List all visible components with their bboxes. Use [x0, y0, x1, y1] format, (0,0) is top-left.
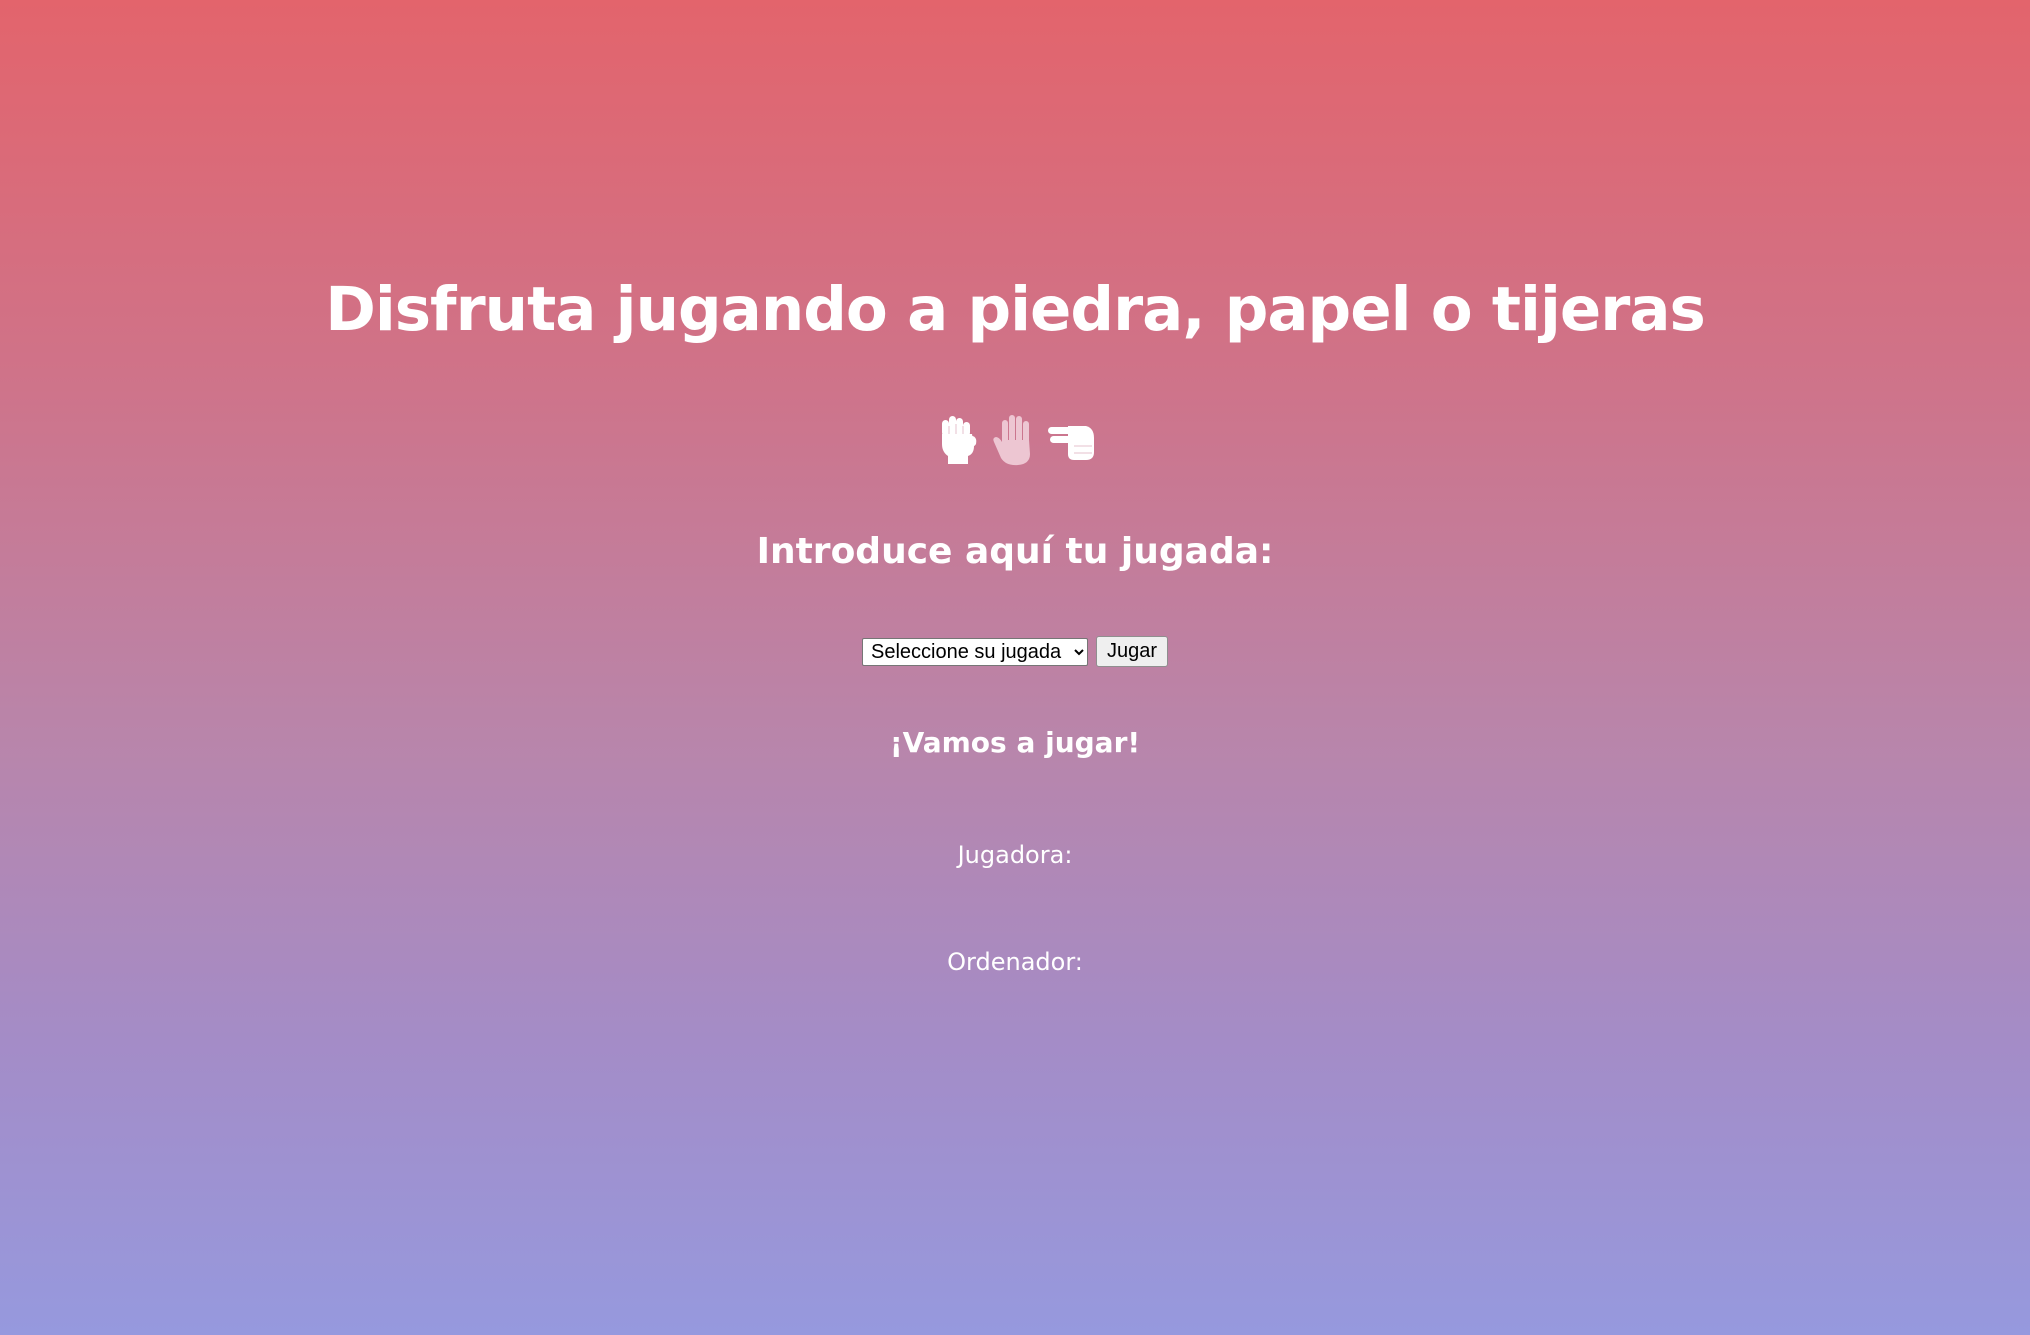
- play-button[interactable]: Jugar: [1095, 636, 1169, 667]
- open-hand-icon: [990, 412, 1040, 468]
- move-controls: Seleccione su jugada Jugar: [0, 636, 2030, 667]
- page-title: Disfruta jugando a piedra, papel o tijer…: [325, 274, 1706, 345]
- victory-hand-icon: [1046, 412, 1096, 468]
- player-label: Jugadora:: [957, 841, 1073, 869]
- move-prompt: Introduce aquí tu jugada:: [756, 531, 1274, 572]
- computer-label: Ordenador:: [947, 948, 1083, 976]
- hand-icons: [0, 412, 2030, 468]
- game-status: ¡Vamos a jugar!: [889, 726, 1141, 759]
- move-select[interactable]: Seleccione su jugada: [861, 637, 1088, 666]
- fist-icon: [934, 412, 984, 468]
- game-page: Disfruta jugando a piedra, papel o tijer…: [0, 0, 2030, 1335]
